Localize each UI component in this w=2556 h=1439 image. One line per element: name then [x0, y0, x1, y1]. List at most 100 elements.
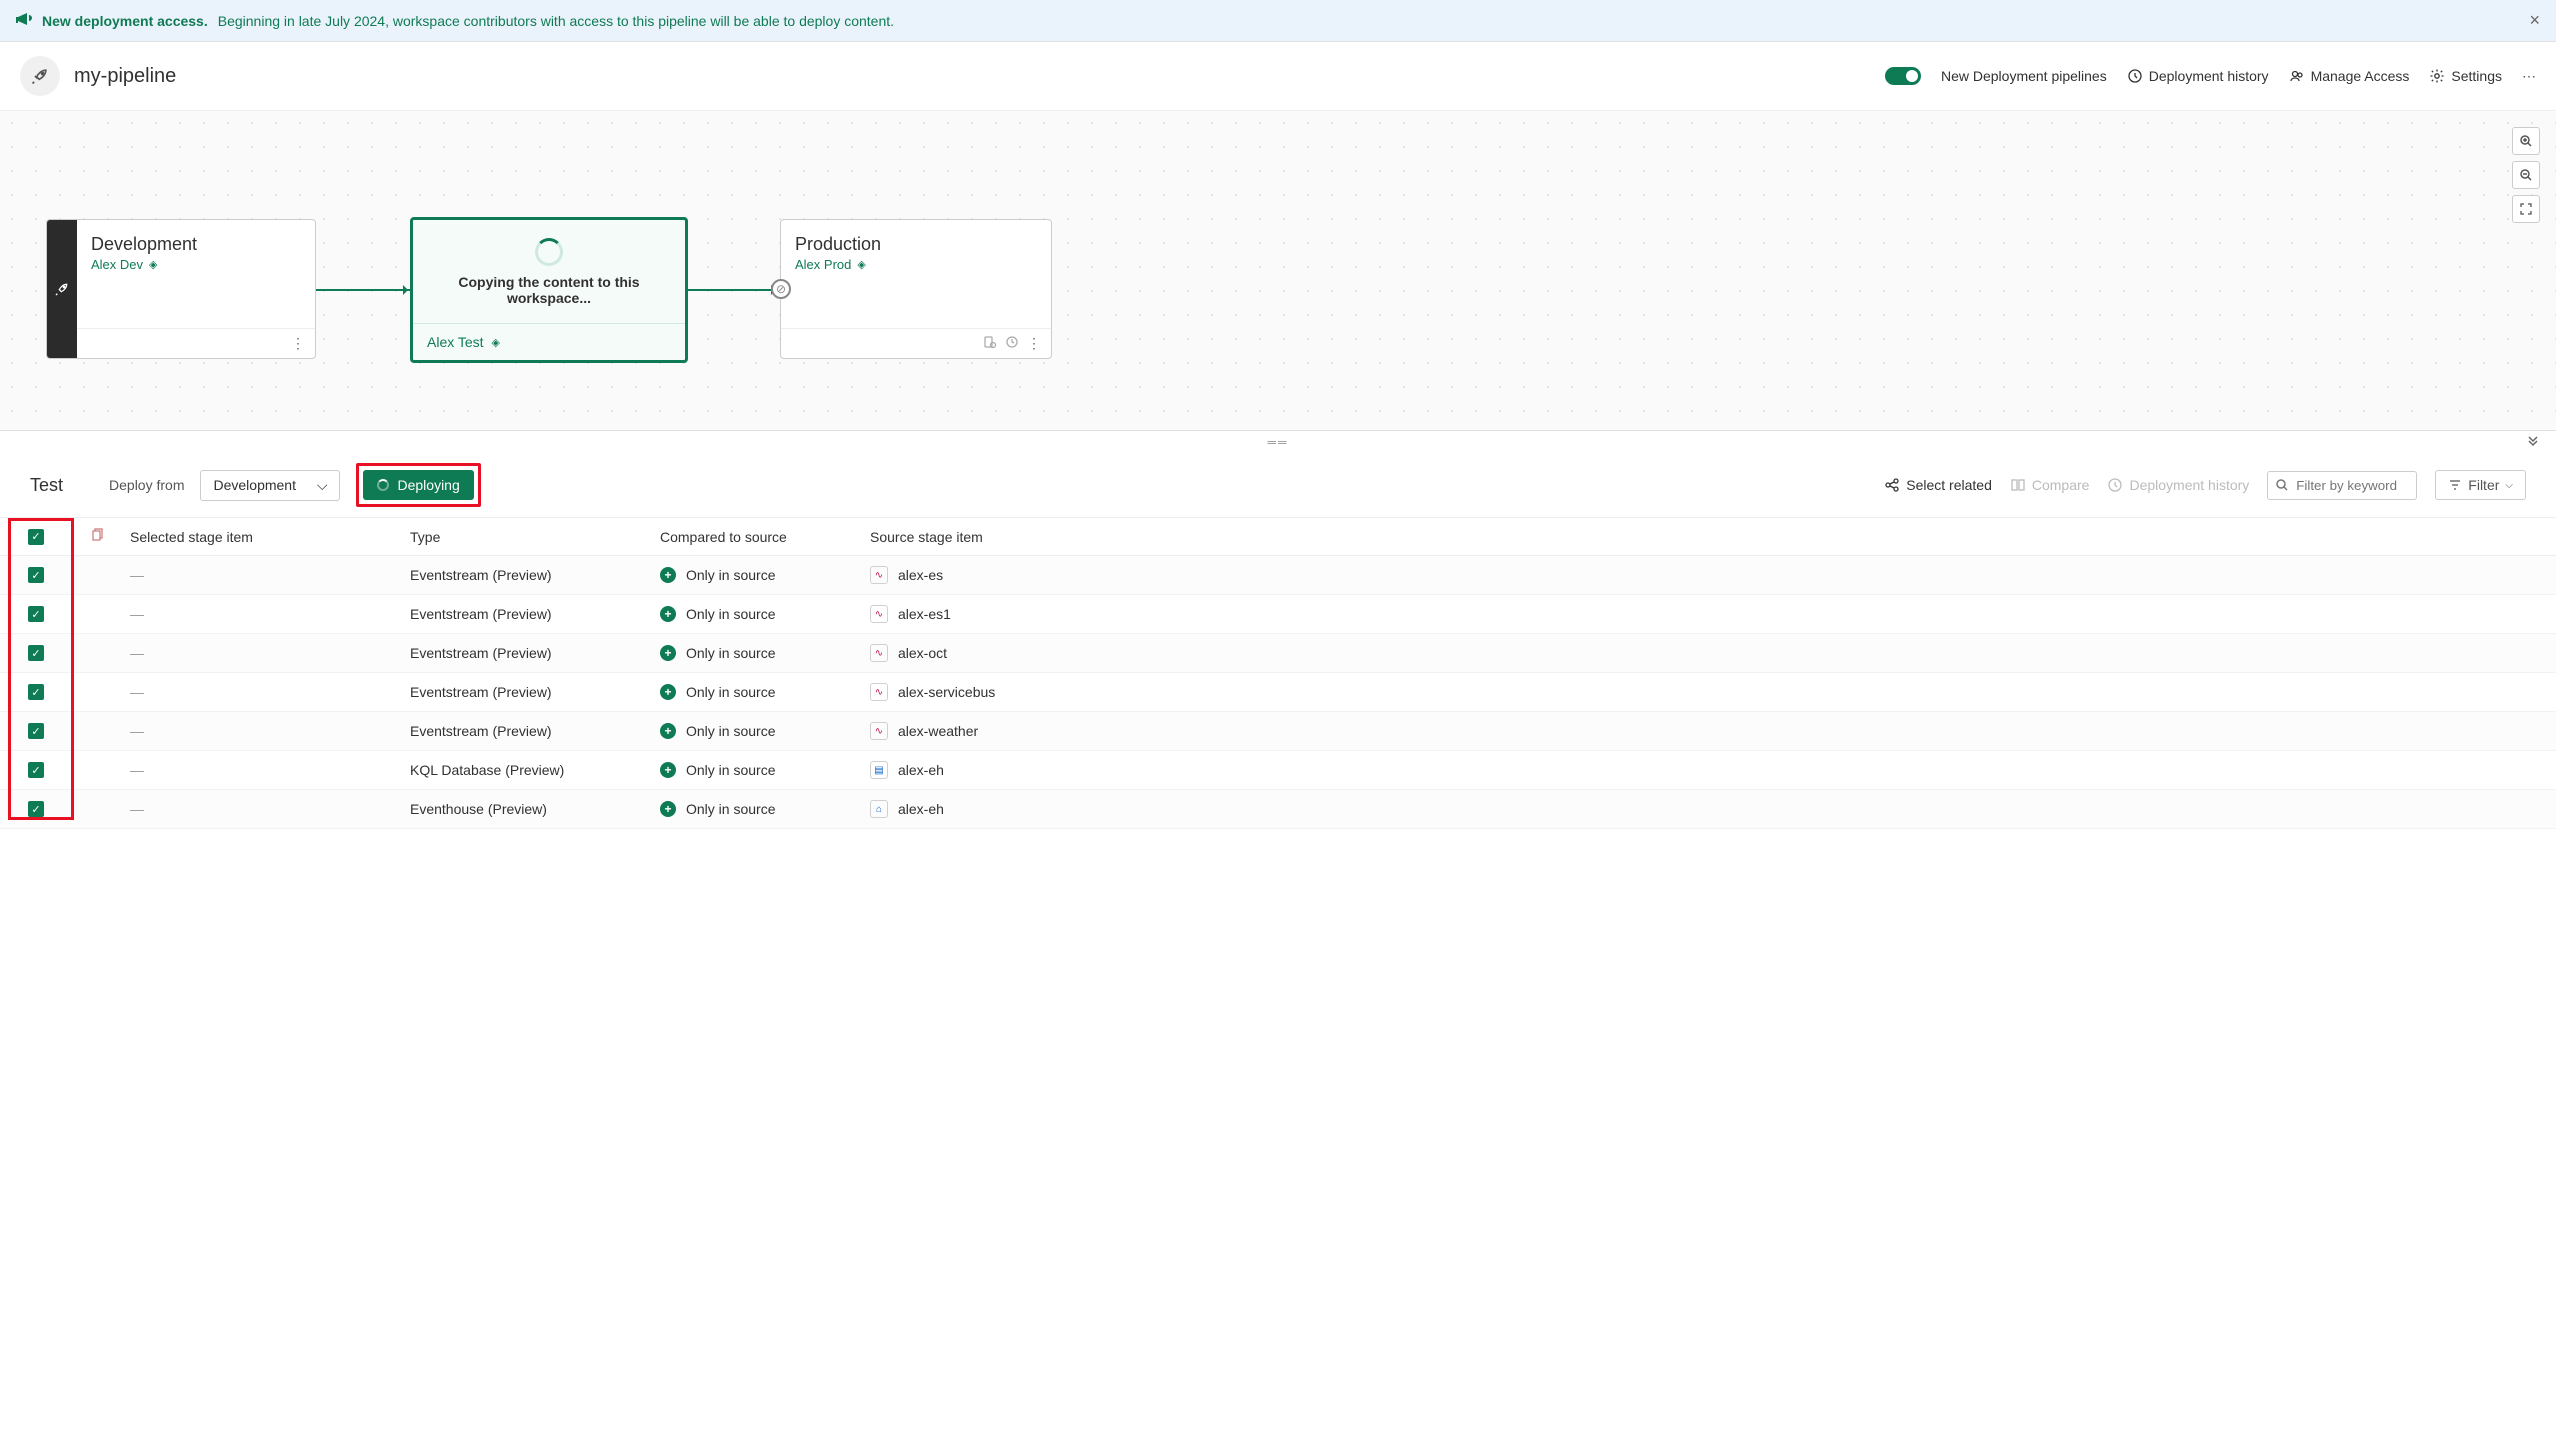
compare-button: Compare: [2010, 477, 2090, 493]
settings-link[interactable]: Settings: [2429, 68, 2502, 84]
pipeline-arrow: [688, 289, 780, 291]
item-type-icon: ⌂: [870, 800, 888, 818]
plus-icon: +: [660, 567, 676, 583]
new-pipelines-toggle[interactable]: [1885, 67, 1921, 85]
settings-label: Settings: [2451, 68, 2502, 84]
rocket-icon: [47, 220, 77, 358]
row-checkbox[interactable]: ✓: [28, 723, 44, 739]
deployment-history-link[interactable]: Deployment history: [2127, 68, 2269, 84]
stage-more-icon[interactable]: ⋮: [1027, 335, 1041, 352]
selected-item-cell: —: [130, 801, 410, 817]
source-cell: ∿ alex-es: [870, 566, 1270, 584]
compared-cell: + Only in source: [660, 762, 870, 778]
chevron-up-icon[interactable]: [2526, 435, 2540, 452]
item-type-icon: ∿: [870, 605, 888, 623]
plus-icon: +: [660, 801, 676, 817]
row-checkbox[interactable]: ✓: [28, 567, 44, 583]
row-checkbox[interactable]: ✓: [28, 762, 44, 778]
more-icon[interactable]: ⋯: [2522, 68, 2536, 85]
rocket-icon: [20, 56, 60, 96]
stage-production[interactable]: ⊘ Production Alex Prod ◈ ⋮: [780, 219, 1052, 359]
rules-icon[interactable]: [983, 335, 997, 352]
source-cell: ▤ alex-eh: [870, 761, 1270, 779]
row-checkbox[interactable]: ✓: [28, 645, 44, 661]
source-cell: ∿ alex-es1: [870, 605, 1270, 623]
chevron-down-icon: ⌵: [317, 477, 328, 494]
table-row[interactable]: ✓ — Eventhouse (Preview) + Only in sourc…: [0, 790, 2556, 829]
stage-prod-sub: Alex Prod: [795, 257, 851, 272]
stage-dev-title: Development: [77, 220, 315, 257]
type-cell: Eventstream (Preview): [410, 606, 660, 622]
stage-development[interactable]: Development Alex Dev ◈ ⋮: [46, 219, 316, 359]
item-type-icon: ▤: [870, 761, 888, 779]
new-pipelines-label: New Deployment pipelines: [1941, 68, 2107, 84]
compared-cell: + Only in source: [660, 723, 870, 739]
table-row[interactable]: ✓ — Eventstream (Preview) + Only in sour…: [0, 595, 2556, 634]
page-title: my-pipeline: [74, 65, 176, 88]
table-row[interactable]: ✓ — Eventstream (Preview) + Only in sour…: [0, 673, 2556, 712]
deploy-from-label: Deploy from: [109, 477, 184, 493]
th-selected: Selected stage item: [130, 529, 410, 545]
source-cell: ∿ alex-oct: [870, 644, 1270, 662]
filter-button[interactable]: Filter ⌵: [2435, 470, 2526, 500]
row-checkbox[interactable]: ✓: [28, 684, 44, 700]
plus-icon: +: [660, 645, 676, 661]
spinner-icon: [535, 238, 563, 266]
selected-item-cell: —: [130, 684, 410, 700]
search-icon: [2275, 478, 2289, 492]
th-type: Type: [410, 529, 660, 545]
table-row[interactable]: ✓ — KQL Database (Preview) + Only in sou…: [0, 751, 2556, 790]
zoom-in-button[interactable]: [2512, 127, 2540, 155]
panel-history-label: Deployment history: [2129, 477, 2249, 493]
manage-access-link[interactable]: Manage Access: [2289, 68, 2410, 84]
compared-cell: + Only in source: [660, 567, 870, 583]
banner-text: Beginning in late July 2024, workspace c…: [218, 13, 894, 29]
drag-handle-icon[interactable]: ══: [0, 431, 2556, 453]
table-row[interactable]: ✓ — Eventstream (Preview) + Only in sour…: [0, 712, 2556, 751]
search-input-wrap: [2267, 471, 2417, 500]
fit-view-button[interactable]: [2512, 195, 2540, 223]
spinner-icon: [377, 479, 389, 491]
panel-toolbar: Test Deploy from Development ⌵ Deploying…: [0, 453, 2556, 518]
zoom-out-button[interactable]: [2512, 161, 2540, 189]
blocked-icon: ⊘: [771, 279, 791, 299]
compared-cell: + Only in source: [660, 606, 870, 622]
th-compared: Compared to source: [660, 529, 870, 545]
table-header-row: ✓ Selected stage item Type Compared to s…: [0, 518, 2556, 556]
banner-title: New deployment access.: [42, 13, 208, 29]
deployment-history-label: Deployment history: [2149, 68, 2269, 84]
source-cell: ∿ alex-weather: [870, 722, 1270, 740]
search-input[interactable]: [2267, 471, 2417, 500]
row-checkbox[interactable]: ✓: [28, 606, 44, 622]
source-cell: ∿ alex-servicebus: [870, 683, 1270, 701]
copy-icon[interactable]: [90, 528, 130, 545]
stage-more-icon[interactable]: ⋮: [291, 335, 305, 352]
item-type-icon: ∿: [870, 566, 888, 584]
compare-label: Compare: [2032, 477, 2090, 493]
table-row[interactable]: ✓ — Eventstream (Preview) + Only in sour…: [0, 634, 2556, 673]
info-banner: New deployment access. Beginning in late…: [0, 0, 2556, 42]
diamond-icon: ◈: [149, 258, 157, 271]
stage-test[interactable]: Copying the content to this workspace...…: [410, 217, 688, 363]
select-related-button[interactable]: Select related: [1884, 477, 1992, 493]
deploy-from-select[interactable]: Development ⌵: [200, 470, 340, 501]
selected-item-cell: —: [130, 723, 410, 739]
type-cell: KQL Database (Preview): [410, 762, 660, 778]
selected-item-cell: —: [130, 606, 410, 622]
compared-cell: + Only in source: [660, 684, 870, 700]
history-icon[interactable]: [1005, 335, 1019, 352]
close-icon[interactable]: ×: [2529, 10, 2540, 31]
table-row[interactable]: ✓ — Eventstream (Preview) + Only in sour…: [0, 556, 2556, 595]
source-cell: ⌂ alex-eh: [870, 800, 1270, 818]
pipeline-arrow: [316, 289, 412, 291]
selected-item-cell: —: [130, 567, 410, 583]
select-all-checkbox[interactable]: ✓: [28, 529, 44, 545]
type-cell: Eventstream (Preview): [410, 645, 660, 661]
deploying-button[interactable]: Deploying: [363, 470, 473, 500]
item-type-icon: ∿: [870, 683, 888, 701]
row-checkbox[interactable]: ✓: [28, 801, 44, 817]
filter-label: Filter: [2468, 477, 2499, 493]
pipeline-canvas: Development Alex Dev ◈ ⋮ Copying the con…: [0, 111, 2556, 431]
type-cell: Eventhouse (Preview): [410, 801, 660, 817]
stage-prod-title: Production: [781, 220, 1051, 257]
